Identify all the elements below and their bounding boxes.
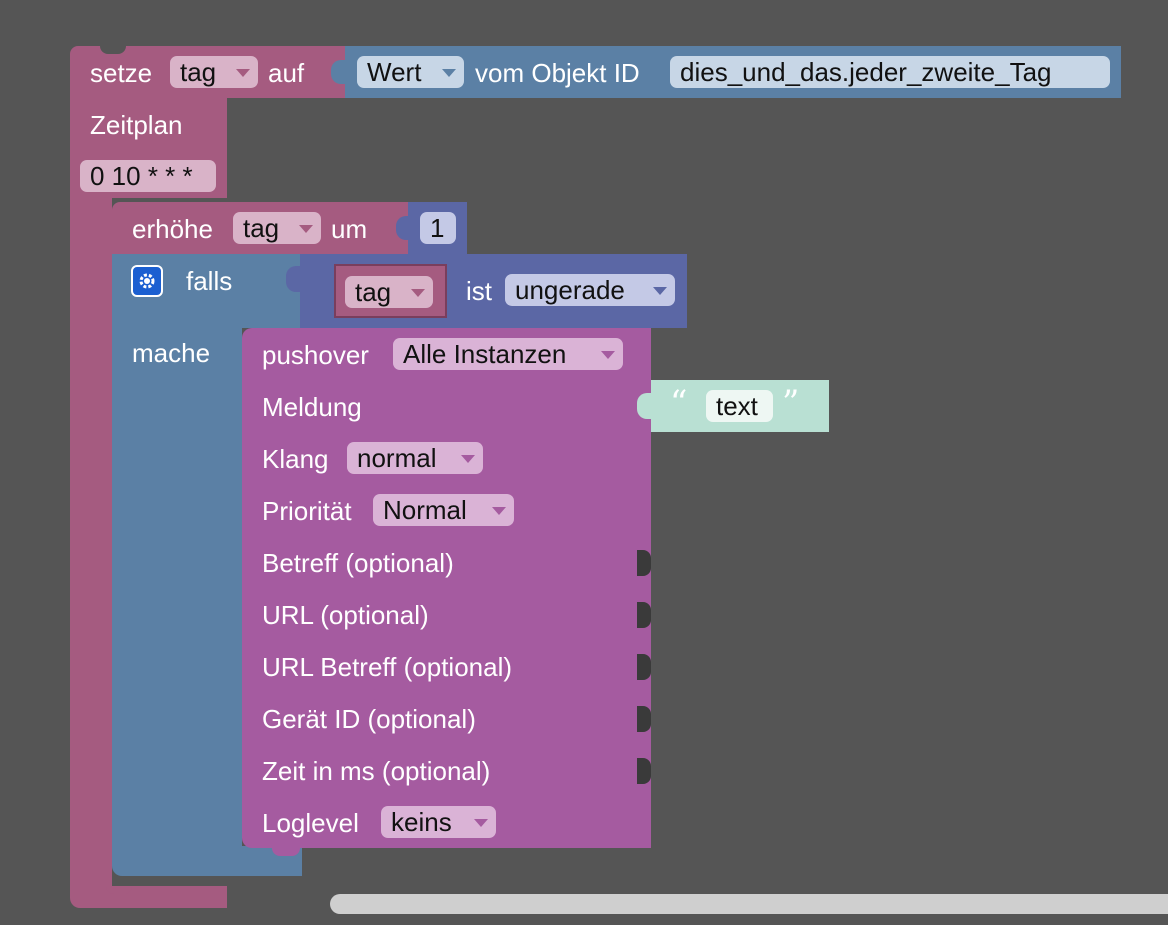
- increment-by-keyword: um: [331, 214, 368, 244]
- number-value: 1: [430, 213, 445, 243]
- message-label: Meldung: [262, 392, 362, 422]
- increment-variable-name: tag: [243, 213, 280, 243]
- chevron-down-icon: [236, 69, 250, 77]
- pushover-label: pushover: [262, 340, 369, 370]
- condition-property-value: ungerade: [515, 275, 625, 305]
- url-title-label: URL Betreff (optional): [262, 652, 513, 682]
- block-notch: [100, 46, 126, 54]
- chevron-down-icon: [653, 287, 667, 295]
- object-id-value: dies_und_das.jeder_zweite_Tag: [680, 57, 1052, 87]
- gear-icon[interactable]: [131, 265, 163, 297]
- if-block-spine: [112, 328, 242, 848]
- loglevel-dropdown[interactable]: keins: [381, 806, 496, 838]
- chevron-down-icon: [442, 69, 456, 77]
- schedule-block-spine: [70, 198, 112, 888]
- block-connector-tab: [286, 266, 304, 292]
- loglevel-value: keins: [391, 807, 452, 837]
- set-keyword: setze: [90, 58, 153, 88]
- condition-is-keyword: ist: [466, 276, 492, 306]
- increment-variable-dropdown[interactable]: tag: [233, 212, 321, 244]
- device-id-input-socket[interactable]: [637, 706, 651, 732]
- if-keyword: falls: [186, 266, 233, 296]
- value-mode-dropdown[interactable]: Wert: [357, 56, 464, 88]
- sound-dropdown[interactable]: normal: [347, 442, 483, 474]
- set-to-keyword: auf: [268, 58, 305, 88]
- priority-dropdown[interactable]: Normal: [373, 494, 514, 526]
- block-connector-tab: [637, 393, 655, 419]
- horizontal-scrollbar[interactable]: [330, 894, 1168, 914]
- chevron-down-icon: [461, 455, 475, 463]
- chevron-down-icon: [474, 819, 488, 827]
- loglevel-label: Loglevel: [262, 808, 359, 838]
- object-id-field[interactable]: dies_und_das.jeder_zweite_Tag: [670, 56, 1110, 88]
- subject-label: Betreff (optional): [262, 548, 454, 578]
- schedule-label: Zeitplan: [90, 110, 183, 140]
- instance-value: Alle Instanzen: [403, 339, 567, 369]
- time-ms-label: Zeit in ms (optional): [262, 756, 491, 786]
- value-mode-text: Wert: [367, 57, 422, 87]
- condition-property-dropdown[interactable]: ungerade: [505, 274, 675, 306]
- device-id-label: Gerät ID (optional): [262, 704, 476, 734]
- block-notch: [106, 886, 132, 894]
- sound-value: normal: [357, 443, 437, 473]
- chevron-down-icon: [492, 507, 506, 515]
- text-value: text: [716, 391, 758, 421]
- schedule-block-footer: [70, 886, 227, 908]
- priority-label: Priorität: [262, 496, 352, 526]
- chevron-down-icon: [299, 225, 313, 233]
- condition-variable-dropdown[interactable]: tag: [345, 276, 433, 308]
- instance-dropdown[interactable]: Alle Instanzen: [393, 338, 623, 370]
- block-connector-tab: [396, 216, 412, 240]
- open-quote-icon: “: [670, 383, 688, 423]
- object-id-label: vom Objekt ID: [475, 58, 640, 88]
- cron-expression-field[interactable]: 0 10 * * *: [80, 160, 216, 192]
- subject-input-socket[interactable]: [637, 550, 651, 576]
- do-keyword: mache: [132, 338, 211, 368]
- url-input-socket[interactable]: [637, 602, 651, 628]
- close-quote-icon: ”: [782, 383, 800, 423]
- chevron-down-icon: [601, 351, 615, 359]
- url-title-input-socket[interactable]: [637, 654, 651, 680]
- condition-variable-name: tag: [355, 277, 392, 307]
- priority-value: Normal: [383, 495, 467, 525]
- sound-label: Klang: [262, 444, 329, 474]
- set-variable-dropdown[interactable]: tag: [170, 56, 258, 88]
- text-field[interactable]: text: [706, 390, 773, 422]
- block-connector-tab: [331, 60, 349, 84]
- block-notch: [272, 846, 300, 856]
- increment-keyword: erhöhe: [132, 214, 213, 244]
- time-ms-input-socket[interactable]: [637, 758, 651, 784]
- chevron-down-icon: [411, 289, 425, 297]
- url-label: URL (optional): [262, 600, 429, 630]
- number-field[interactable]: 1: [420, 212, 456, 244]
- set-variable-name: tag: [180, 57, 217, 87]
- cron-expression-value: 0 10 * * *: [90, 161, 193, 191]
